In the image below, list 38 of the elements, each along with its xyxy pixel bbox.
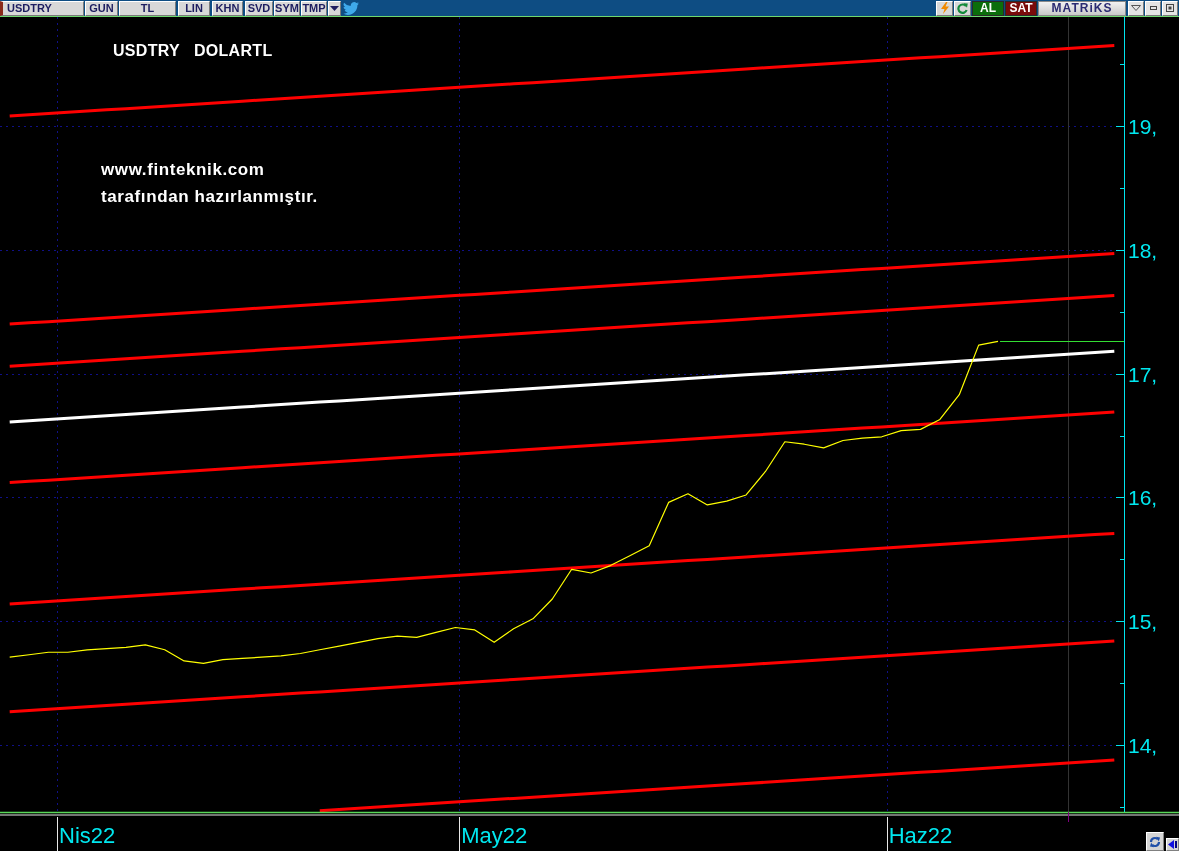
axis-label: 19, [1128,115,1158,138]
axis-label: Nis22 [59,823,116,848]
maximize-icon [1166,4,1174,12]
axis-label: 17, [1128,363,1158,386]
logo-button[interactable]: MATRiKS [1038,0,1126,16]
toolbar-button[interactable]: KHN [212,0,243,16]
axis-label: 18, [1128,239,1158,262]
chart-title: USDTRY DOLARTL [113,42,273,60]
dropdown-button[interactable] [328,0,341,16]
axis-label: 14, [1128,734,1158,757]
minimize-button[interactable] [1145,0,1161,16]
toolbar-button[interactable]: SVD [245,0,273,16]
minimize-icon [1149,6,1157,10]
maximize-button[interactable] [1162,0,1178,16]
toolbar-button[interactable]: TL [119,0,176,16]
caret-icon [330,5,339,11]
sync-icon [1149,835,1161,848]
trade-button[interactable]: SAT [1005,0,1037,16]
toolbar-button[interactable]: TMP [301,0,327,16]
lightning-icon [940,2,949,14]
trade-button[interactable]: AL [972,0,1004,16]
refresh-button[interactable] [954,0,971,16]
refresh-icon [957,2,968,14]
toolbar-button[interactable]: SYM [274,0,300,16]
lightning-button[interactable] [936,0,953,16]
sync-button[interactable] [1146,832,1164,851]
window-menu-button[interactable] [1128,0,1144,16]
axis-label: May22 [461,823,528,848]
toolbar-button[interactable]: LIN [178,0,210,16]
axis-label: Haz22 [888,823,953,848]
axis-label: 15, [1128,610,1158,633]
symbol-field[interactable]: USDTRY [0,0,84,16]
collapse-button[interactable] [1166,838,1179,851]
toolbar-button[interactable]: GUN [85,0,118,16]
caret-icon [1131,5,1141,11]
chart-note: www.finteknik.com tarafından hazırlanmıştır. [101,159,319,208]
left-arrow-icon [1168,840,1177,849]
axis-label: 16, [1128,486,1158,509]
